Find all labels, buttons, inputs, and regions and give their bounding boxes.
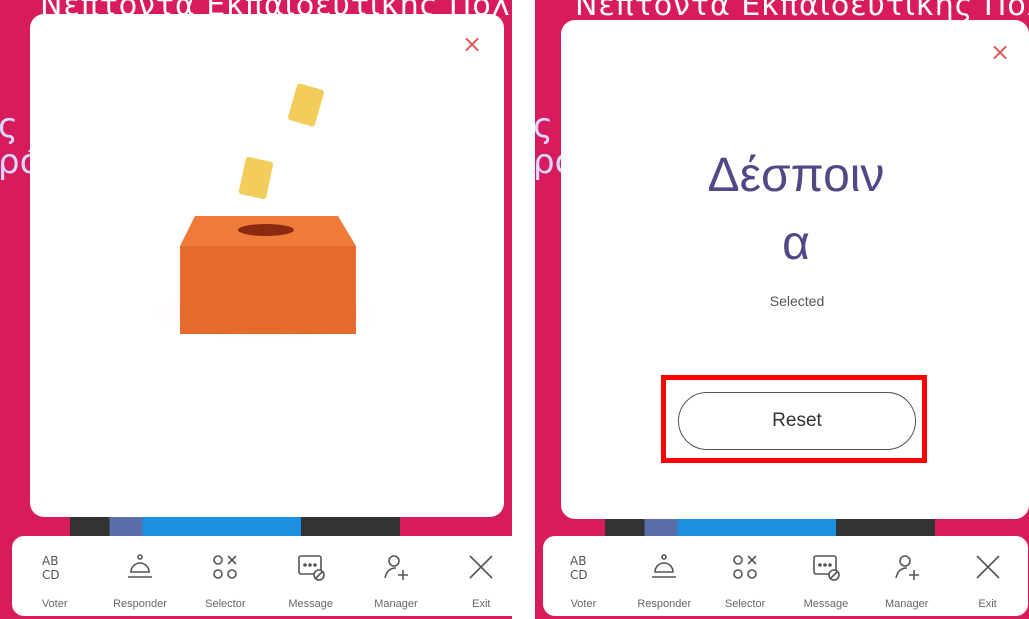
selected-name-line1: Δέσποιν <box>707 149 885 202</box>
toolbar-voter[interactable]: AB CD Voter <box>548 550 618 610</box>
toolbar-label: Responder <box>637 598 692 610</box>
ballot-box-slot <box>238 224 294 236</box>
reset-button[interactable]: Reset <box>678 392 916 450</box>
close-icon <box>466 550 496 584</box>
toolbar-message[interactable]: Message <box>791 550 861 610</box>
toolbar-selector[interactable]: Selector <box>190 550 260 610</box>
toolbar-label: Voter <box>41 598 68 610</box>
abcd-voter-icon: AB CD <box>568 550 598 584</box>
selected-label: Selected <box>769 293 825 309</box>
voter-animation-card: × <box>30 14 504 517</box>
svg-text:AB: AB <box>570 554 586 568</box>
toolbar-label: Exit <box>472 598 491 610</box>
toolbar-exit[interactable]: Exit <box>953 550 1023 610</box>
ballot-paper-bottom <box>238 157 274 199</box>
toolbar-label: Voter <box>570 598 597 610</box>
ballot-paper-top <box>288 83 324 127</box>
toolbar-label: Message <box>803 598 849 610</box>
close-button[interactable]: × <box>990 40 1010 64</box>
message-icon <box>296 550 326 584</box>
toolbar-label: Selector <box>724 598 766 610</box>
ballot-box-front <box>180 246 356 334</box>
svg-text:CD: CD <box>570 568 588 582</box>
toolbar-label: Selector <box>205 598 246 610</box>
selector-icon <box>210 550 240 584</box>
toolbar-voter[interactable]: AB CD Voter <box>20 550 90 610</box>
toolbar-message[interactable]: Message <box>276 550 346 610</box>
bell-responder-icon <box>649 550 679 584</box>
toolbar-label: Manager <box>885 598 929 610</box>
svg-text:CD: CD <box>42 568 60 582</box>
add-user-icon <box>892 550 922 584</box>
svg-text:AB: AB <box>42 554 58 568</box>
toolbar-responder[interactable]: Responder <box>629 550 699 610</box>
abcd-voter-icon: AB CD <box>40 550 70 584</box>
ballot-box-illustration <box>146 83 386 342</box>
toolbar-right: AB CD Voter Responder Selector Message Ma… <box>543 536 1028 616</box>
toolbar-manager[interactable]: Manager <box>361 550 431 610</box>
toolbar-left: AB CD Voter Responder Selector Message Ma… <box>12 536 524 616</box>
selected-name-line2: α <box>782 217 810 270</box>
bell-responder-icon <box>125 550 155 584</box>
add-user-icon <box>381 550 411 584</box>
toolbar-label: Exit <box>978 598 997 610</box>
toolbar-responder[interactable]: Responder <box>105 550 175 610</box>
toolbar-exit[interactable]: Exit <box>446 550 516 610</box>
toolbar-label: Message <box>288 598 333 610</box>
message-icon <box>811 550 841 584</box>
toolbar-selector[interactable]: Selector <box>710 550 780 610</box>
close-icon <box>973 550 1003 584</box>
selector-icon <box>730 550 760 584</box>
toolbar-label: Responder <box>113 598 167 610</box>
toolbar-label: Manager <box>374 598 418 610</box>
toolbar-manager[interactable]: Manager <box>872 550 942 610</box>
